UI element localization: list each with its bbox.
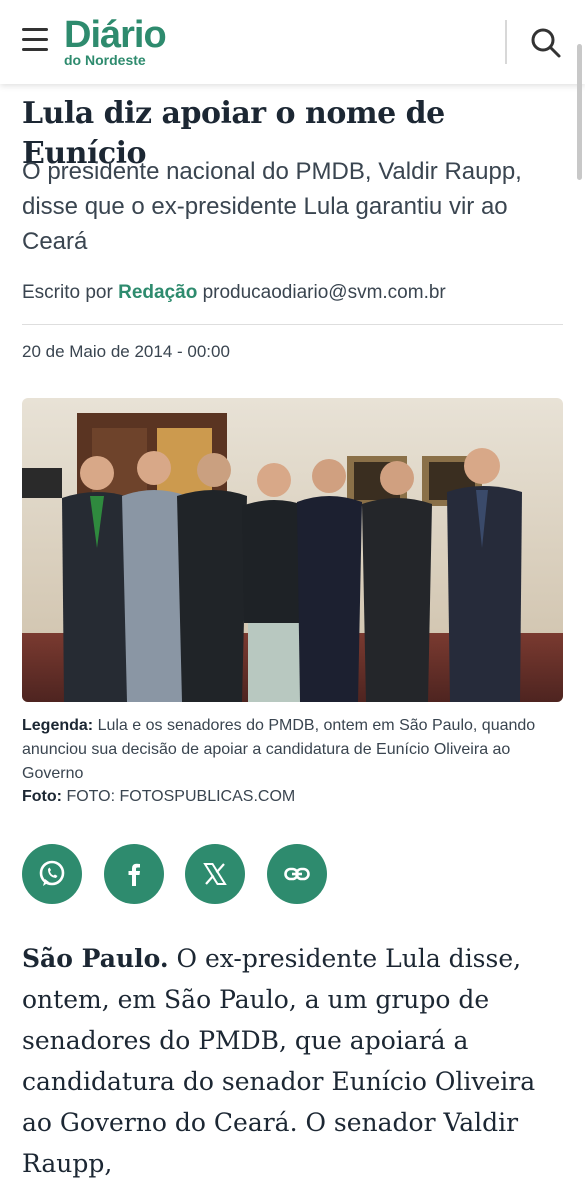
share-whatsapp-button[interactable] [22, 844, 82, 904]
byline-prefix: Escrito por [22, 282, 113, 303]
author-link[interactable]: Redação [118, 282, 197, 303]
credit-label: Foto: [22, 788, 62, 805]
whatsapp-icon [39, 860, 65, 886]
article-photo[interactable] [22, 398, 563, 702]
photo-caption: Legenda: Lula e os senadores do PMDB, on… [22, 714, 542, 786]
divider [22, 324, 563, 325]
author-email: producaodiario@svm.com.br [202, 282, 446, 303]
share-x-button[interactable] [185, 844, 245, 904]
credit-text: FOTO: FOTOSPUBLICAS.COM [66, 788, 296, 805]
caption-label: Legenda: [22, 717, 94, 734]
share-facebook-button[interactable] [104, 844, 164, 904]
site-header: Diário do Nordeste [0, 0, 585, 84]
byline: Escrito por Redação producaodiario@svm.c… [22, 282, 446, 304]
facebook-icon [128, 863, 140, 886]
lead-text: O ex-presidente Lula disse, ontem, em Sã… [22, 944, 536, 1178]
caption-text: Lula e os senadores do PMDB, ontem em Sã… [22, 717, 536, 782]
logo-wordmark: Diário [64, 14, 167, 56]
lead-place: São Paulo. [22, 944, 169, 973]
photo-credit: Foto: FOTO: FOTOSPUBLICAS.COM [22, 788, 295, 806]
article-subtitle: O presidente nacional do PMDB, Valdir Ra… [22, 158, 522, 255]
header-divider [505, 20, 507, 64]
site-logo[interactable]: Diário do Nordeste [64, 14, 167, 67]
menu-icon[interactable] [22, 28, 54, 56]
page-scrollbar[interactable] [577, 44, 582, 180]
article-body: São Paulo. O ex-presidente Lula disse, o… [22, 938, 567, 1184]
publish-date: 20 de Maio de 2014 - 00:00 [22, 342, 230, 361]
link-icon [284, 867, 310, 881]
x-icon [203, 863, 227, 885]
share-link-button[interactable] [267, 844, 327, 904]
search-icon[interactable] [528, 25, 564, 61]
